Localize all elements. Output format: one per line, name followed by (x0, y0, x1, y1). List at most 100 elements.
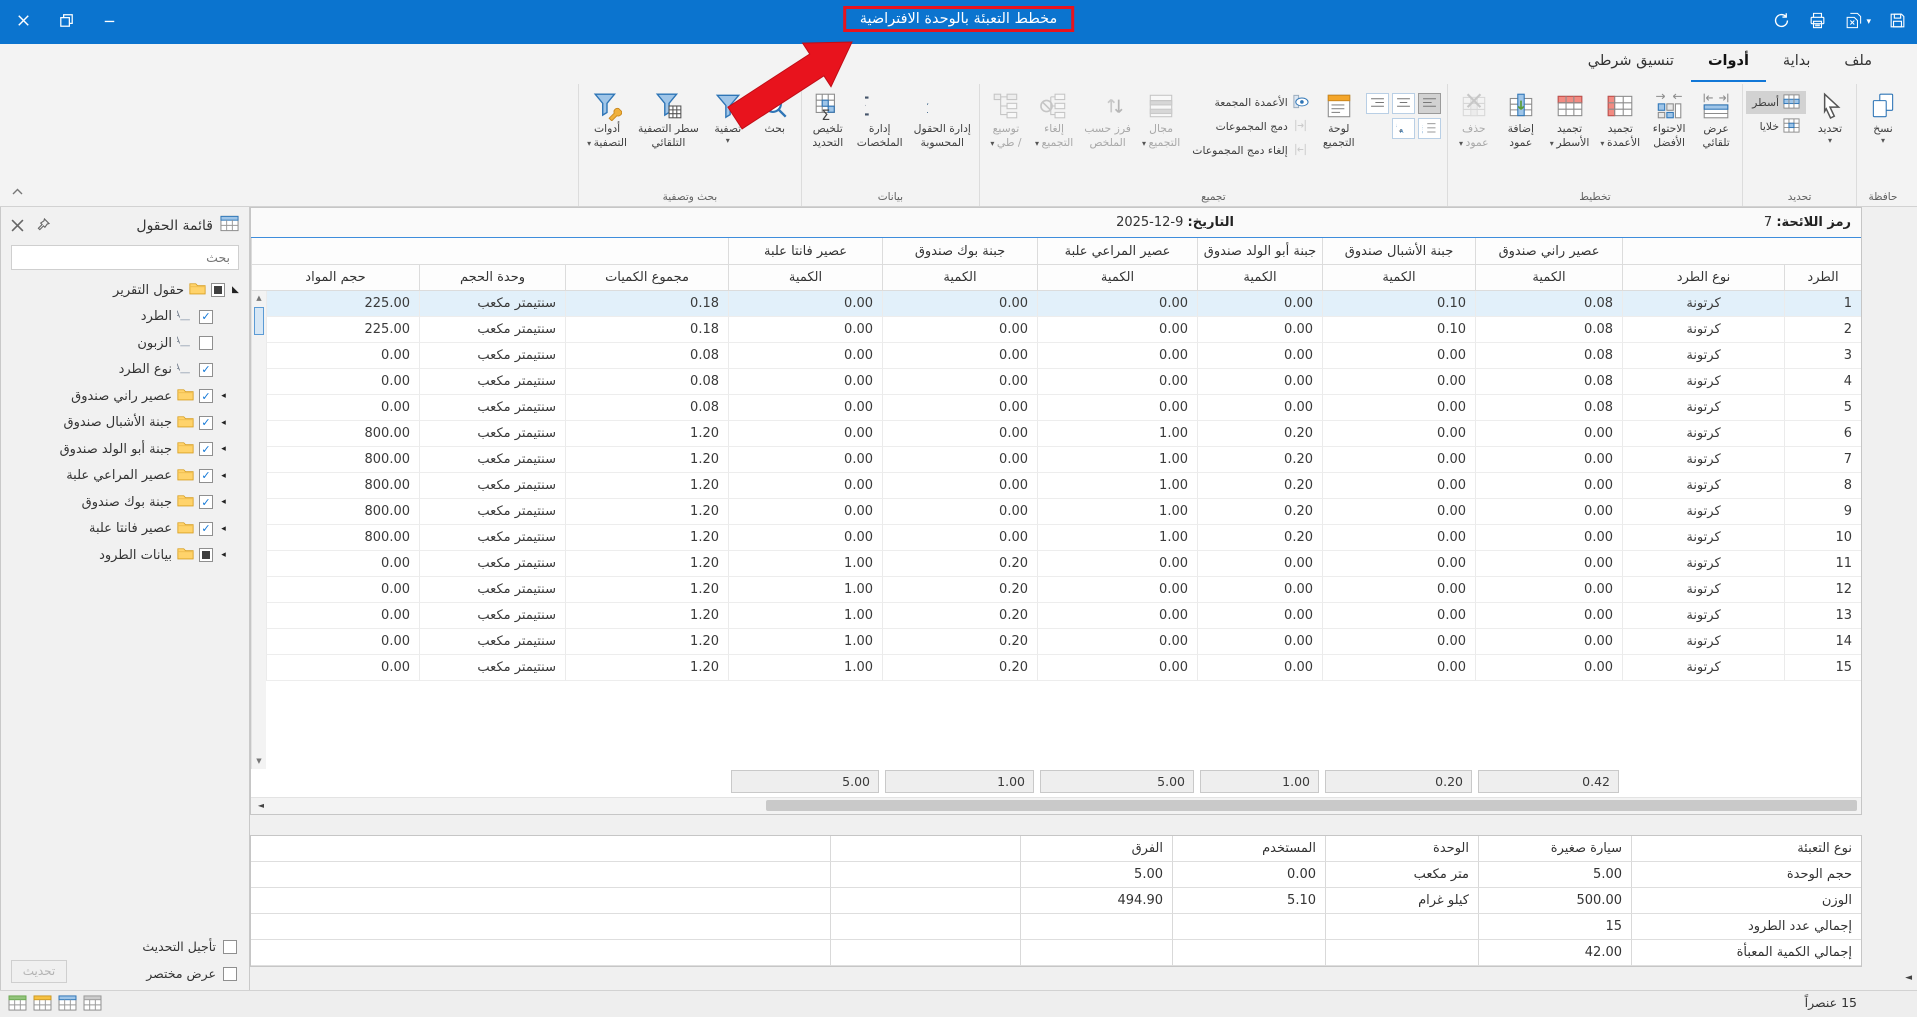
group-column-header[interactable]: جبنة الأشبال صندوق (1322, 238, 1475, 265)
select-cursor-button[interactable]: تحديد▾ (1807, 84, 1853, 147)
field-list-item[interactable]: ◂عصير راني صندوق (1, 383, 249, 410)
field-checkbox[interactable] (199, 310, 213, 324)
freeze-rows-button[interactable]: تجميدالأسطر ▾ (1545, 84, 1595, 151)
vertical-scrollbar[interactable]: ▲ ▼ (251, 291, 266, 769)
view-button[interactable] (33, 995, 52, 1015)
expand-icon[interactable]: ◂ (218, 444, 229, 454)
refresh-button[interactable] (1772, 11, 1791, 34)
collapse-icon[interactable]: ◣ (230, 285, 241, 295)
align-right-button[interactable] (1418, 93, 1441, 114)
field-list-item[interactable]: ◂جبنة الأشبال صندوق (1, 410, 249, 437)
scroll-up-icon[interactable]: ▲ (252, 291, 266, 306)
field-list-item[interactable]: Aالزبون (1, 330, 249, 357)
horizontal-scroll-thumb[interactable] (766, 800, 1857, 811)
compact-view-checkbox[interactable] (223, 967, 237, 981)
fx-button[interactable]: fxإدارة الحقولالمحسوبة (909, 84, 976, 151)
align-center-button[interactable] (1392, 93, 1415, 114)
table-row[interactable]: 11كرتونة0.000.000.000.000.201.001.20سنتي… (266, 551, 1861, 577)
vertical-scroll-thumb[interactable] (254, 307, 264, 335)
filter-tools-button[interactable]: أدواتالتصفية ▾ (582, 84, 632, 151)
column-header[interactable]: وحدة الحجم (419, 265, 565, 291)
grouped-columns-button[interactable]: الأعمدة المجمعة (1186, 91, 1315, 114)
field-list-item[interactable]: Aنوع الطرد (1, 357, 249, 384)
copy-button[interactable]: نسخ▾ (1860, 84, 1906, 147)
field-checkbox[interactable] (199, 389, 213, 403)
column-header[interactable]: حجم المواد (251, 265, 419, 291)
group-column-header[interactable]: جبنة بوك صندوق (882, 238, 1037, 265)
table-row[interactable]: 8كرتونة0.000.000.201.000.000.001.20سنتيم… (266, 473, 1861, 499)
field-list-item[interactable]: ◂بيانات الطرود (1, 542, 249, 569)
close-icon[interactable] (11, 217, 24, 236)
restore-button[interactable] (57, 11, 76, 34)
expand-icon[interactable]: ◂ (218, 524, 229, 534)
rows-button[interactable]: أسطر (1746, 91, 1806, 114)
sort-ab-button[interactable]: ABA (1392, 118, 1415, 139)
table-row[interactable]: 7كرتونة0.000.000.201.000.000.001.20سنتيم… (266, 447, 1861, 473)
tab-home[interactable]: بداية (1766, 44, 1828, 82)
save-button[interactable] (1888, 11, 1907, 34)
auto-width-button[interactable]: عرضتلقائي (1693, 84, 1739, 151)
table-row[interactable]: 15كرتونة0.000.000.000.000.201.001.20سنتي… (266, 655, 1861, 681)
expand-icon[interactable]: ◂ (218, 497, 229, 507)
field-list-item[interactable]: ◂عصير المراعي علبة (1, 463, 249, 490)
search-button[interactable]: بحث (752, 84, 798, 136)
numbered-list-button[interactable]: 123 (1418, 118, 1441, 139)
expand-icon[interactable]: ◂ (218, 391, 229, 401)
field-list-item[interactable]: ◂جبنة بوك صندوق (1, 489, 249, 516)
table-row[interactable]: 6كرتونة0.000.000.201.000.000.001.20سنتيم… (266, 421, 1861, 447)
field-checkbox[interactable] (199, 442, 213, 456)
view-button[interactable] (83, 995, 102, 1015)
column-header[interactable]: الكمية (1197, 265, 1322, 291)
group-column-header[interactable]: عصير فانتا علبة (728, 238, 882, 265)
field-list-item[interactable]: ◂عصير فانتا علبة (1, 516, 249, 543)
table-row[interactable]: 14كرتونة0.000.000.000.000.201.001.20سنتي… (266, 629, 1861, 655)
table-row[interactable]: 12كرتونة0.000.000.000.000.201.001.20سنتي… (266, 577, 1861, 603)
summarize-selection-button[interactable]: Σتلخيصالتحديد (805, 84, 851, 151)
expand-icon[interactable]: ◂ (218, 418, 229, 428)
field-list-item[interactable]: Aالطرد (1, 304, 249, 331)
collapse-ribbon-button[interactable] (12, 180, 23, 199)
column-header[interactable]: الكمية (1322, 265, 1475, 291)
table-row[interactable]: 5كرتونة0.080.000.000.000.000.000.08سنتيم… (266, 395, 1861, 421)
add-column-button[interactable]: إضافةعمود (1498, 84, 1544, 151)
table-row[interactable]: 4كرتونة0.080.000.000.000.000.000.08سنتيم… (266, 369, 1861, 395)
print-button[interactable] (1808, 11, 1827, 34)
field-checkbox[interactable] (211, 283, 225, 297)
table-row[interactable]: 10كرتونة0.000.000.201.000.000.001.20سنتي… (266, 525, 1861, 551)
group-column-header[interactable]: جبنة أبو الولد صندوق (1197, 238, 1322, 265)
group-column-header[interactable]: عصير المراعي علبة (1037, 238, 1197, 265)
column-header[interactable]: الكمية (882, 265, 1037, 291)
column-header[interactable]: الكمية (728, 265, 882, 291)
field-search-input[interactable] (12, 246, 238, 269)
expand-icon[interactable]: ◂ (218, 550, 229, 560)
view-button[interactable] (58, 995, 77, 1015)
field-checkbox[interactable] (199, 469, 213, 483)
scroll-left-icon[interactable]: ◄ (253, 798, 269, 814)
field-checkbox[interactable] (199, 363, 213, 377)
grouping-panel-button[interactable]: لوحةالتجميع (1316, 84, 1362, 151)
minimize-button[interactable] (100, 11, 119, 34)
tab-conditional-formatting[interactable]: تنسيق شرطي (1571, 44, 1691, 82)
expand-icon[interactable]: ◂ (218, 471, 229, 481)
table-row[interactable]: 2كرتونة0.080.100.000.000.000.000.18سنتيم… (266, 317, 1861, 343)
field-list-item[interactable]: ◣حقول التقرير (1, 277, 249, 304)
defer-update-checkbox[interactable] (223, 940, 237, 954)
field-checkbox[interactable] (199, 416, 213, 430)
sigma-button[interactable]: Σإدارةالملخصات (852, 84, 908, 151)
close-button[interactable] (14, 11, 33, 34)
field-checkbox[interactable] (199, 522, 213, 536)
align-left-button[interactable] (1366, 93, 1389, 114)
field-checkbox[interactable] (199, 548, 213, 562)
best-fit-button[interactable]: الاحتواءالأفضل (1646, 84, 1692, 151)
group-column-header[interactable]: عصير راني صندوق (1475, 238, 1622, 265)
column-header[interactable]: الطرد (1784, 265, 1861, 291)
table-row[interactable]: 3كرتونة0.080.000.000.000.000.000.08سنتيم… (266, 343, 1861, 369)
column-header[interactable]: الكمية (1037, 265, 1197, 291)
field-checkbox[interactable] (199, 495, 213, 509)
table-row[interactable]: 1كرتونة0.080.100.000.000.000.000.18سنتيم… (266, 291, 1861, 317)
export-button[interactable]: ▾ (1844, 11, 1871, 34)
column-header[interactable]: نوع الطرد (1622, 265, 1784, 291)
table-row[interactable]: 13كرتونة0.000.000.000.000.201.001.20سنتي… (266, 603, 1861, 629)
pin-icon[interactable] (37, 216, 50, 235)
cells-button[interactable]: خلايا (1746, 115, 1806, 138)
